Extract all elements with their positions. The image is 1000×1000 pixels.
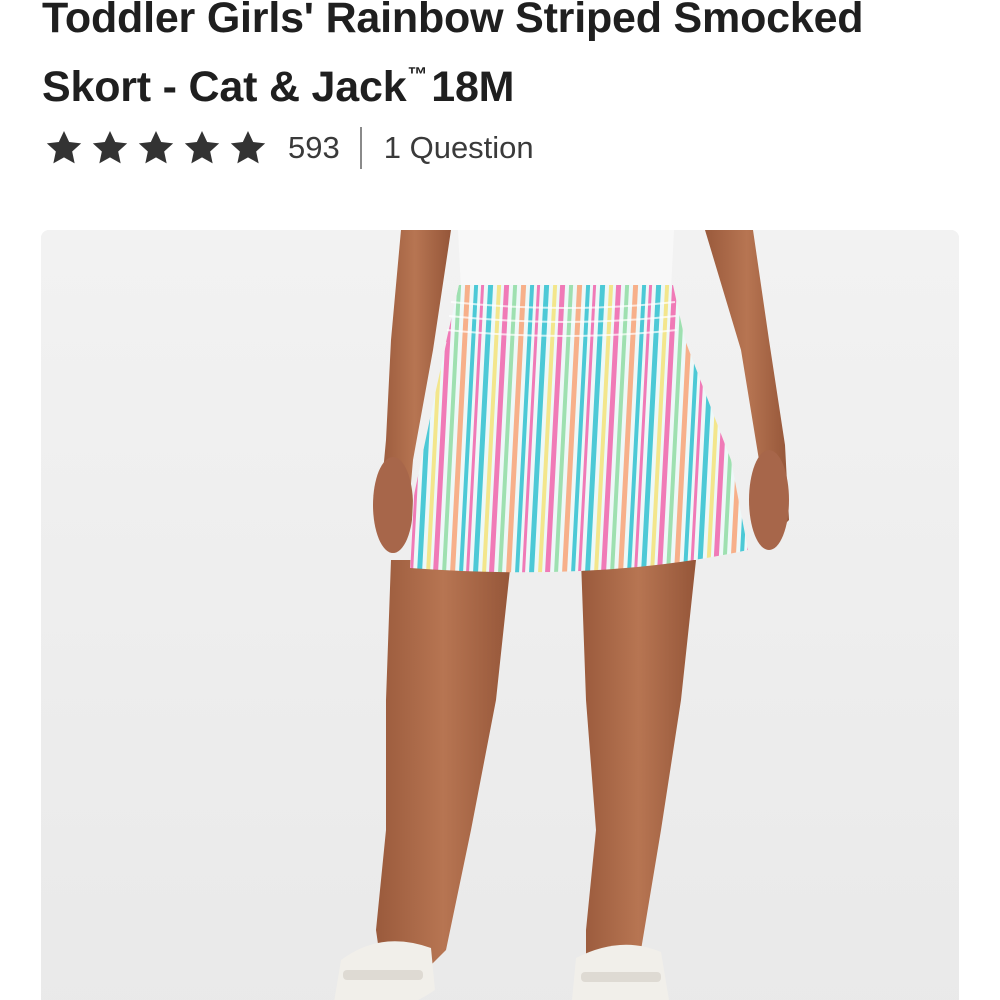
divider	[359, 127, 362, 169]
star-icon	[182, 128, 222, 168]
star-icon	[44, 128, 84, 168]
rating-row: 593 1 Question	[44, 126, 534, 170]
product-page: Toddler Girls' Rainbow Striped Smocked S…	[0, 0, 1000, 1000]
questions-link[interactable]: 1 Question	[384, 130, 534, 166]
trademark-symbol: ™	[407, 64, 428, 86]
product-size: 18M	[431, 63, 515, 111]
star-icon	[228, 128, 268, 168]
product-title: Toddler Girls' Rainbow Striped Smocked S…	[42, 0, 962, 116]
product-image[interactable]	[41, 230, 959, 1000]
star-icon	[136, 128, 176, 168]
star-rating[interactable]	[44, 128, 268, 168]
star-icon	[90, 128, 130, 168]
review-count-link[interactable]: 593	[288, 130, 340, 166]
product-photo	[41, 230, 959, 1000]
